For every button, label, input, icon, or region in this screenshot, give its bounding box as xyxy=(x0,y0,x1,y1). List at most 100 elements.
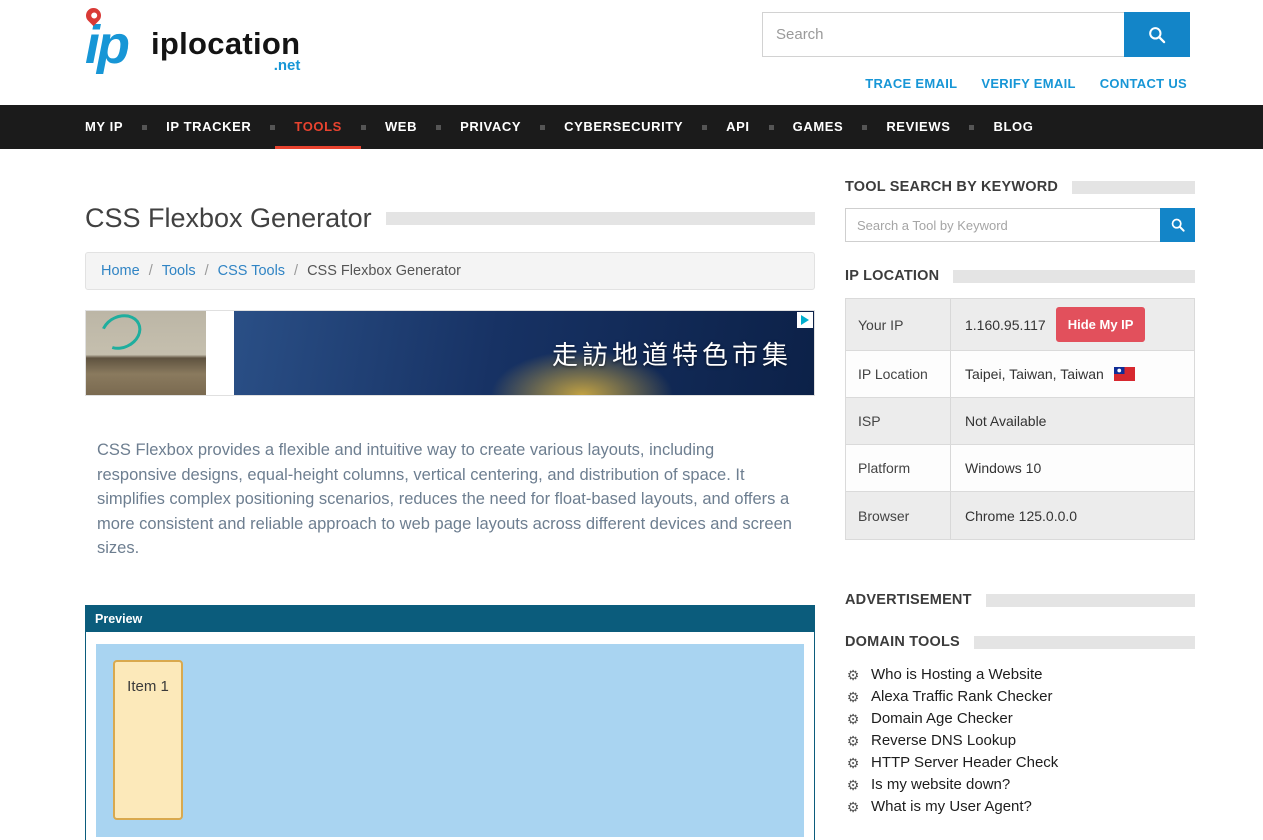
breadcrumb-separator: / xyxy=(294,263,298,279)
ip-location-heading: IP LOCATION xyxy=(845,268,939,284)
ad-choices-triangle xyxy=(801,315,809,325)
tool-link-alexa-rank[interactable]: Alexa Traffic Rank Checker xyxy=(871,686,1052,708)
row-value: 1.160.95.117 Hide My IP xyxy=(951,299,1194,350)
tool-link-website-down[interactable]: Is my website down? xyxy=(871,774,1010,796)
advertisement-heading-row: ADVERTISEMENT xyxy=(845,592,1195,608)
list-item: ⚙ Is my website down? xyxy=(845,774,1195,796)
site-header: ip iplocation .net TRACE EMAIL VERIFY EM… xyxy=(0,0,1263,105)
isp-value: Not Available xyxy=(965,413,1046,429)
breadcrumb-css-tools[interactable]: CSS Tools xyxy=(218,263,285,279)
your-ip-value: 1.160.95.117 xyxy=(965,317,1046,333)
nav-ip-tracker[interactable]: IP TRACKER xyxy=(147,105,270,149)
title-decoration-bar xyxy=(386,212,815,225)
content-area: CSS Flexbox Generator Home / Tools / CSS… xyxy=(0,149,1263,840)
tool-description: CSS Flexbox provides a flexible and intu… xyxy=(97,438,797,561)
platform-value: Windows 10 xyxy=(965,460,1041,476)
search-button[interactable] xyxy=(1124,12,1190,57)
sidebar: TOOL SEARCH BY KEYWORD IP LOCATION Y xyxy=(845,179,1195,818)
tool-link-http-header[interactable]: HTTP Server Header Check xyxy=(871,752,1058,774)
tool-link-whois-hosting[interactable]: Who is Hosting a Website xyxy=(871,664,1042,686)
tool-search-heading: TOOL SEARCH BY KEYWORD xyxy=(845,179,1058,195)
browser-value: Chrome 125.0.0.0 xyxy=(965,508,1077,524)
list-item: ⚙ HTTP Server Header Check xyxy=(845,752,1195,774)
trace-email-link[interactable]: TRACE EMAIL xyxy=(865,76,957,91)
logo[interactable]: ip iplocation .net xyxy=(85,8,300,82)
page: ip iplocation .net TRACE EMAIL VERIFY EM… xyxy=(0,0,1263,840)
gear-icon: ⚙ xyxy=(845,686,861,708)
nav-reviews[interactable]: REVIEWS xyxy=(867,105,969,149)
row-label: IP Location xyxy=(846,351,951,397)
breadcrumb-tools[interactable]: Tools xyxy=(162,263,196,279)
table-row: IP Location Taipei, Taiwan, Taiwan xyxy=(846,351,1194,398)
tool-link-domain-age[interactable]: Domain Age Checker xyxy=(871,708,1013,730)
main-nav: MY IP IP TRACKER TOOLS WEB PRIVACY CYBER… xyxy=(0,105,1263,149)
row-value: Taipei, Taiwan, Taiwan xyxy=(951,351,1194,397)
row-label: Platform xyxy=(846,445,951,491)
heading-decoration-bar xyxy=(1072,181,1195,194)
flex-preview-item: Item 1 xyxy=(113,660,183,820)
search-icon xyxy=(1147,25,1167,45)
tool-search-heading-row: TOOL SEARCH BY KEYWORD xyxy=(845,179,1195,195)
breadcrumb-home[interactable]: Home xyxy=(101,263,140,279)
breadcrumb-current: CSS Flexbox Generator xyxy=(307,263,461,279)
ad-banner[interactable]: 走訪地道特色市集 xyxy=(85,310,815,396)
gear-icon: ⚙ xyxy=(845,796,861,818)
contact-us-link[interactable]: CONTACT US xyxy=(1100,76,1187,91)
taiwan-flag-icon xyxy=(1114,367,1135,381)
table-row: Platform Windows 10 xyxy=(846,445,1194,492)
title-row: CSS Flexbox Generator xyxy=(85,203,815,234)
nav-api[interactable]: API xyxy=(707,105,768,149)
nav-games[interactable]: GAMES xyxy=(774,105,863,149)
domain-tools-heading: DOMAIN TOOLS xyxy=(845,634,960,650)
heading-decoration-bar xyxy=(953,270,1195,283)
nav-tools[interactable]: TOOLS xyxy=(275,105,361,149)
row-value: Windows 10 xyxy=(951,445,1194,491)
list-item: ⚙ Alexa Traffic Rank Checker xyxy=(845,686,1195,708)
tool-search xyxy=(845,208,1195,242)
ip-location-heading-row: IP LOCATION xyxy=(845,268,1195,284)
flex-preview-container: Item 1 xyxy=(96,644,804,837)
header-links: TRACE EMAIL VERIFY EMAIL CONTACT US xyxy=(865,76,1187,91)
tool-link-user-agent[interactable]: What is my User Agent? xyxy=(871,796,1032,818)
tool-link-reverse-dns[interactable]: Reverse DNS Lookup xyxy=(871,730,1016,752)
row-label: Browser xyxy=(846,492,951,539)
table-row: Browser Chrome 125.0.0.0 xyxy=(846,492,1194,539)
list-item: ⚙ Domain Age Checker xyxy=(845,708,1195,730)
heading-decoration-bar xyxy=(974,636,1195,649)
gear-icon: ⚙ xyxy=(845,708,861,730)
preview-body: Item 1 xyxy=(86,632,814,840)
nav-cybersecurity[interactable]: CYBERSECURITY xyxy=(545,105,702,149)
hide-my-ip-button[interactable]: Hide My IP xyxy=(1056,307,1146,342)
search-icon xyxy=(1170,217,1186,233)
gear-icon: ⚙ xyxy=(845,774,861,796)
row-label: Your IP xyxy=(846,299,951,350)
ad-choices-icon[interactable] xyxy=(797,312,813,328)
row-value: Not Available xyxy=(951,398,1194,444)
table-row: Your IP 1.160.95.117 Hide My IP xyxy=(846,299,1194,351)
ad-photo-left xyxy=(86,311,206,395)
advertisement-heading: ADVERTISEMENT xyxy=(845,592,972,608)
list-item: ⚙ What is my User Agent? xyxy=(845,796,1195,818)
gear-icon: ⚙ xyxy=(845,752,861,774)
breadcrumb-separator: / xyxy=(205,263,209,279)
heading-decoration-bar xyxy=(986,594,1195,607)
gear-icon: ⚙ xyxy=(845,730,861,752)
ip-location-table: Your IP 1.160.95.117 Hide My IP IP Locat… xyxy=(845,298,1195,540)
breadcrumb-separator: / xyxy=(149,263,153,279)
nav-my-ip[interactable]: MY IP xyxy=(85,105,142,149)
list-item: ⚙ Who is Hosting a Website xyxy=(845,664,1195,686)
tool-search-button[interactable] xyxy=(1160,208,1195,242)
domain-tools-heading-row: DOMAIN TOOLS xyxy=(845,634,1195,650)
nav-blog[interactable]: BLOG xyxy=(974,105,1052,149)
row-value: Chrome 125.0.0.0 xyxy=(951,492,1194,539)
preview-panel: Preview Item 1 xyxy=(85,605,815,840)
nav-web[interactable]: WEB xyxy=(366,105,436,149)
search-input[interactable] xyxy=(762,12,1124,57)
ad-gap xyxy=(206,311,234,395)
tool-search-input[interactable] xyxy=(845,208,1160,242)
list-item: ⚙ Reverse DNS Lookup xyxy=(845,730,1195,752)
logo-icon: ip xyxy=(85,8,147,82)
verify-email-link[interactable]: VERIFY EMAIL xyxy=(981,76,1075,91)
nav-privacy[interactable]: PRIVACY xyxy=(441,105,540,149)
ad-text: 走訪地道特色市集 xyxy=(552,335,792,372)
